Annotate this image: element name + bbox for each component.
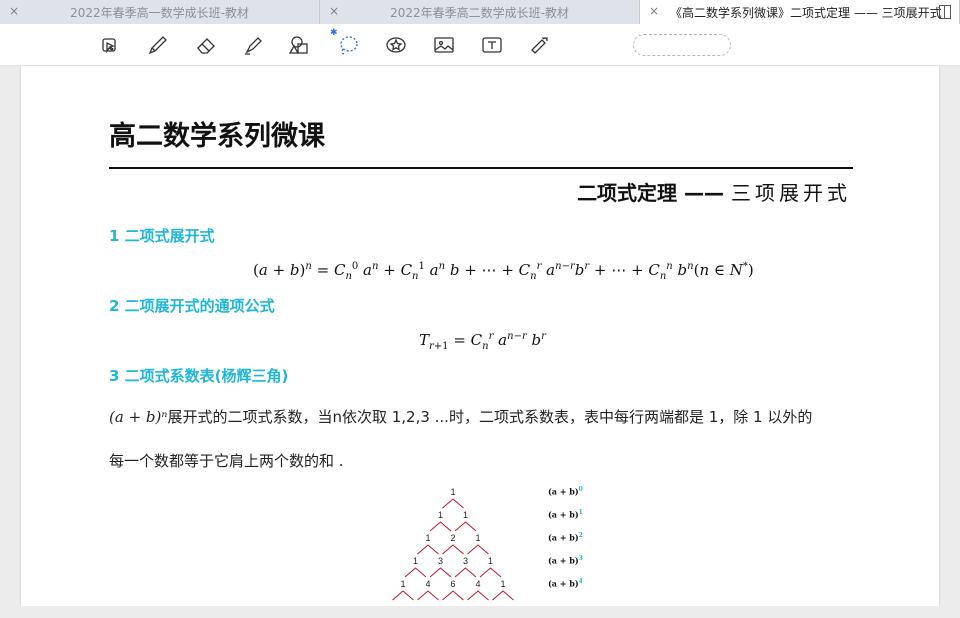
binomial-power-label: (a + b)1	[548, 509, 583, 520]
section-title: 二项式系数表(杨辉三角)	[124, 367, 289, 385]
section-number: 2	[109, 297, 120, 315]
pascal-number: 1	[450, 487, 455, 497]
tab-bar: × 2022年春季高一数学成长班-教材 × 2022年春季高二数学成长班-教材 …	[0, 0, 960, 24]
pointer-icon[interactable]	[98, 33, 122, 57]
pascal-number: 1	[413, 556, 418, 566]
highlighter-icon[interactable]	[242, 33, 266, 57]
lasso-icon[interactable]	[336, 33, 360, 57]
pascal-number: 1	[400, 579, 405, 589]
pascal-triangle: 1 1 1 1 2 1 1 3 3 1 1 4 6 4 1	[381, 484, 531, 614]
pascal-number: 2	[450, 533, 455, 543]
pascal-link	[454, 521, 477, 532]
pascal-link	[492, 590, 514, 601]
document-page: 高二数学系列微课 二项式定理 —— 三项展开式 1 二项式展开式 (a + b)…	[20, 66, 940, 606]
pascal-link	[417, 590, 439, 601]
page-title: 高二数学系列微课	[109, 121, 325, 152]
pascal-link	[429, 521, 452, 532]
general-term-formula: Tr+1 = Cnr an−r br	[419, 331, 546, 352]
pascal-link	[479, 567, 502, 578]
pascal-link	[392, 590, 414, 601]
binomial-power-label: (a + b)0	[548, 486, 583, 497]
section-number: 1	[109, 227, 120, 245]
text-icon[interactable]	[480, 33, 504, 57]
power-exponent: 4	[578, 578, 583, 585]
annotation-toolbar: ✱	[0, 24, 960, 66]
power-base: (a + b)	[548, 555, 579, 566]
power-exponent: 0	[578, 486, 583, 493]
tab-label: 2022年春季高一数学成长班-教材	[70, 6, 249, 20]
pascal-link	[442, 498, 464, 509]
section-heading: 1 二项式展开式	[109, 225, 215, 246]
power-base: (a + b)	[548, 486, 579, 497]
section-number: 3	[109, 367, 120, 385]
pascal-number: 1	[488, 556, 493, 566]
pascal-link	[442, 544, 464, 555]
pascal-number: 1	[500, 579, 505, 589]
shapes-icon[interactable]	[288, 33, 312, 57]
binomial-power-label: (a + b)2	[548, 532, 583, 543]
pascal-number: 1	[463, 510, 468, 520]
laser-pointer-icon[interactable]	[528, 33, 552, 57]
page-subtitle: 二项式定理 —— 三项展开式	[577, 177, 851, 206]
subtitle-main: 二项式定理 ——	[577, 181, 725, 205]
pascal-link	[467, 544, 489, 555]
pascal-number: 4	[475, 579, 480, 589]
paragraph-prefix: (a + b)ⁿ	[109, 408, 168, 426]
section-heading: 2 二项展开式的通项公式	[109, 295, 275, 316]
binomial-power-label: (a + b)3	[548, 555, 583, 566]
binomial-expansion-formula: (a + b)n = Cn0 an + Cn1 an b + ⋯ + Cnr a…	[253, 261, 754, 282]
power-base: (a + b)	[548, 509, 579, 520]
power-base: (a + b)	[548, 532, 579, 543]
pascal-number: 3	[438, 556, 443, 566]
tab-label: 《高二数学系列微课》二项式定理 —— 三项展开式	[670, 6, 942, 20]
power-exponent: 1	[578, 509, 583, 516]
section-heading: 3 二项式系数表(杨辉三角)	[109, 365, 288, 386]
tab-grade11-textbook[interactable]: × 2022年春季高二数学成长班-教材	[320, 0, 640, 24]
pascal-link	[467, 590, 489, 601]
power-exponent: 3	[578, 555, 583, 562]
pascal-link	[417, 544, 439, 555]
section-title: 二项式展开式	[124, 227, 215, 245]
eraser-icon[interactable]	[194, 33, 218, 57]
power-exponent: 2	[578, 532, 583, 539]
pascal-number: 3	[463, 556, 468, 566]
binomial-power-label: (a + b)4	[548, 578, 583, 589]
sticker-icon[interactable]	[384, 33, 408, 57]
toolbar-drop-zone[interactable]	[633, 34, 731, 56]
tab-label: 2022年春季高二数学成长班-教材	[390, 6, 569, 20]
pascal-number: 6	[450, 579, 455, 589]
paragraph-line: (a + b)ⁿ展开式的二项式系数，当n依次取 1,2,3 ...时，二项式系数…	[109, 406, 812, 427]
pascal-link	[454, 567, 477, 578]
power-base: (a + b)	[548, 578, 579, 589]
tab-grade10-textbook[interactable]: × 2022年春季高一数学成长班-教材	[0, 0, 320, 24]
tab-microlesson[interactable]: × 《高二数学系列微课》二项式定理 —— 三项展开式	[640, 0, 960, 24]
pascal-number: 1	[475, 533, 480, 543]
pascal-number: 4	[425, 579, 430, 589]
pascal-link	[442, 590, 464, 601]
title-divider	[109, 167, 853, 169]
pen-icon[interactable]	[146, 33, 170, 57]
pascal-triangle-graphic: 1 1 1 1 2 1 1 3 3 1 1 4 6 4 1	[392, 487, 514, 601]
image-icon[interactable]	[432, 33, 456, 57]
split-view-icon[interactable]	[939, 5, 951, 19]
pascal-link	[429, 567, 452, 578]
pascal-number: 1	[425, 533, 430, 543]
paragraph-text: 展开式的二项式系数，当n依次取 1,2,3 ...时，二项式系数表，表中每行两端…	[167, 408, 813, 426]
pascal-number: 1	[438, 510, 443, 520]
close-icon[interactable]: ×	[649, 4, 659, 18]
subtitle-topic: 三项展开式	[731, 181, 851, 205]
pascal-link	[404, 567, 427, 578]
section-title: 二项展开式的通项公式	[124, 297, 275, 315]
paragraph-line: 每一个数都等于它肩上两个数的和 .	[109, 452, 344, 470]
